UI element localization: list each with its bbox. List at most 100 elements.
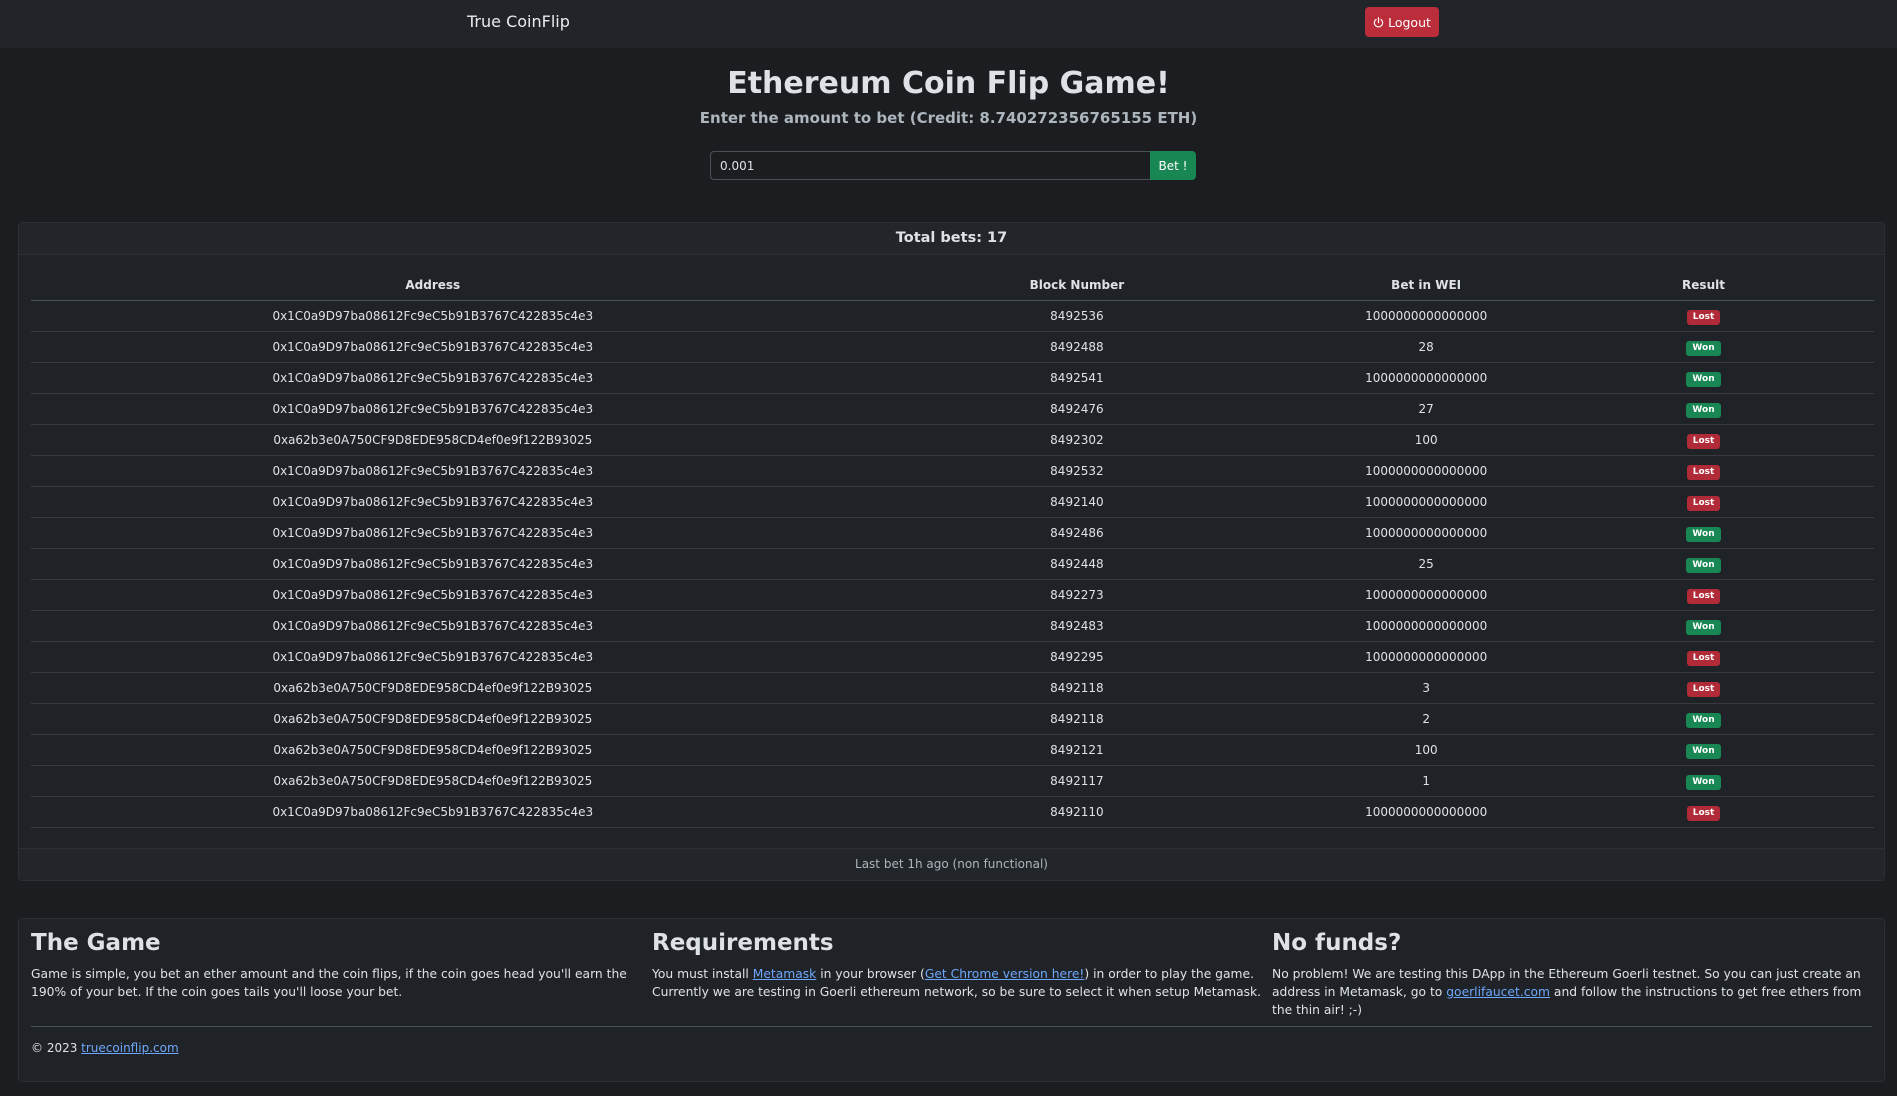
bet-cell: 1 bbox=[1319, 765, 1534, 797]
result-badge: Lost bbox=[1686, 433, 1721, 449]
bet-cell: 27 bbox=[1319, 393, 1534, 425]
address-cell: 0x1C0a9D97ba08612Fc9eC5b91B3767C422835c4… bbox=[31, 796, 835, 828]
page-title: Ethereum Coin Flip Game! bbox=[727, 66, 1170, 101]
address-cell: 0x1C0a9D97ba08612Fc9eC5b91B3767C422835c4… bbox=[31, 641, 835, 673]
result-badge: Lost bbox=[1686, 681, 1721, 697]
result-badge: Won bbox=[1686, 526, 1721, 542]
address-cell: 0x1C0a9D97ba08612Fc9eC5b91B3767C422835c4… bbox=[31, 610, 835, 642]
result-cell: Won bbox=[1533, 548, 1874, 580]
block-cell: 8492118 bbox=[834, 703, 1320, 735]
table-header-row: Address Block Number Bet in WEI Result bbox=[31, 269, 1874, 301]
address-cell: 0xa62b3e0A750CF9D8EDE958CD4ef0e9f122B930… bbox=[31, 672, 835, 704]
block-cell: 8492488 bbox=[834, 331, 1320, 363]
column-header-block: Block Number bbox=[834, 269, 1320, 301]
block-cell: 8492483 bbox=[834, 610, 1320, 642]
result-badge: Lost bbox=[1686, 495, 1721, 511]
table-row: 0xa62b3e0A750CF9D8EDE958CD4ef0e9f122B930… bbox=[31, 734, 1874, 766]
no-funds-text: No problem! We are testing this DApp in … bbox=[1272, 965, 1872, 1019]
game-heading: The Game bbox=[31, 930, 161, 956]
bet-amount-input[interactable] bbox=[710, 151, 1150, 180]
copyright-text: © 2023 bbox=[31, 1041, 82, 1055]
result-badge: Won bbox=[1686, 557, 1721, 573]
column-header-address: Address bbox=[31, 269, 835, 301]
block-cell: 8492532 bbox=[834, 455, 1320, 487]
table-row: 0xa62b3e0A750CF9D8EDE958CD4ef0e9f122B930… bbox=[31, 424, 1874, 456]
result-cell: Lost bbox=[1533, 300, 1874, 332]
result-cell: Lost bbox=[1533, 486, 1874, 518]
requirements-heading: Requirements bbox=[652, 930, 834, 956]
bet-cell: 2 bbox=[1319, 703, 1534, 735]
result-cell: Lost bbox=[1533, 641, 1874, 673]
bet-instructions: Enter the amount to bet (Credit: 8.74027… bbox=[699, 109, 1198, 127]
bet-cell: 1000000000000000 bbox=[1319, 641, 1534, 673]
table-row: 0x1C0a9D97ba08612Fc9eC5b91B3767C422835c4… bbox=[31, 393, 1874, 425]
info-card: The Game Game is simple, you bet an ethe… bbox=[18, 918, 1885, 1082]
last-bet-status: Last bet 1h ago (non functional) bbox=[19, 848, 1884, 880]
table-row: 0xa62b3e0A750CF9D8EDE958CD4ef0e9f122B930… bbox=[31, 765, 1874, 797]
metamask-link[interactable]: Metamask bbox=[753, 967, 817, 981]
table-row: 0xa62b3e0A750CF9D8EDE958CD4ef0e9f122B930… bbox=[31, 672, 1874, 704]
table-row: 0x1C0a9D97ba08612Fc9eC5b91B3767C422835c4… bbox=[31, 796, 1874, 828]
result-cell: Lost bbox=[1533, 424, 1874, 456]
bet-cell: 100 bbox=[1319, 424, 1534, 456]
game-text: Game is simple, you bet an ether amount … bbox=[31, 967, 627, 999]
table-row: 0x1C0a9D97ba08612Fc9eC5b91B3767C422835c4… bbox=[31, 517, 1874, 549]
result-badge: Won bbox=[1686, 619, 1721, 635]
result-cell: Won bbox=[1533, 703, 1874, 735]
table-row: 0x1C0a9D97ba08612Fc9eC5b91B3767C422835c4… bbox=[31, 362, 1874, 394]
table-row: 0x1C0a9D97ba08612Fc9eC5b91B3767C422835c4… bbox=[31, 486, 1874, 518]
result-badge: Won bbox=[1686, 371, 1721, 387]
result-cell: Lost bbox=[1533, 579, 1874, 611]
bets-table: Address Block Number Bet in WEI Result 0… bbox=[31, 269, 1874, 828]
table-row: 0x1C0a9D97ba08612Fc9eC5b91B3767C422835c4… bbox=[31, 331, 1874, 363]
result-cell: Won bbox=[1533, 331, 1874, 363]
result-badge: Lost bbox=[1686, 464, 1721, 480]
result-badge: Lost bbox=[1686, 309, 1721, 325]
logout-button[interactable]: Logout bbox=[1365, 7, 1439, 37]
result-badge: Won bbox=[1686, 340, 1721, 356]
bet-cell: 1000000000000000 bbox=[1319, 796, 1534, 828]
result-cell: Won bbox=[1533, 393, 1874, 425]
block-cell: 8492110 bbox=[834, 796, 1320, 828]
address-cell: 0x1C0a9D97ba08612Fc9eC5b91B3767C422835c4… bbox=[31, 579, 835, 611]
address-cell: 0xa62b3e0A750CF9D8EDE958CD4ef0e9f122B930… bbox=[31, 765, 835, 797]
table-row: 0x1C0a9D97ba08612Fc9eC5b91B3767C422835c4… bbox=[31, 641, 1874, 673]
block-cell: 8492486 bbox=[834, 517, 1320, 549]
bet-button[interactable]: Bet ! bbox=[1150, 151, 1196, 180]
result-cell: Lost bbox=[1533, 796, 1874, 828]
block-cell: 8492121 bbox=[834, 734, 1320, 766]
result-cell: Lost bbox=[1533, 455, 1874, 487]
block-cell: 8492476 bbox=[834, 393, 1320, 425]
chrome-version-link[interactable]: Get Chrome version here! bbox=[925, 967, 1085, 981]
column-header-bet: Bet in WEI bbox=[1319, 269, 1534, 301]
block-cell: 8492295 bbox=[834, 641, 1320, 673]
result-badge: Lost bbox=[1686, 650, 1721, 666]
table-row: 0x1C0a9D97ba08612Fc9eC5b91B3767C422835c4… bbox=[31, 455, 1874, 487]
block-cell: 8492448 bbox=[834, 548, 1320, 580]
block-cell: 8492541 bbox=[834, 362, 1320, 394]
no-funds-heading: No funds? bbox=[1272, 930, 1402, 956]
result-cell: Won bbox=[1533, 517, 1874, 549]
bet-cell: 3 bbox=[1319, 672, 1534, 704]
site-link[interactable]: truecoinflip.com bbox=[81, 1041, 178, 1055]
bet-cell: 100 bbox=[1319, 734, 1534, 766]
requirements-text: You must install Metamask in your browse… bbox=[652, 965, 1262, 1001]
result-badge: Won bbox=[1686, 774, 1721, 790]
table-row: 0x1C0a9D97ba08612Fc9eC5b91B3767C422835c4… bbox=[31, 300, 1874, 332]
table-row: 0x1C0a9D97ba08612Fc9eC5b91B3767C422835c4… bbox=[31, 579, 1874, 611]
requirements-section: Requirements You must install Metamask i… bbox=[652, 930, 1262, 1001]
total-bets: Total bets: 17 bbox=[19, 223, 1884, 255]
block-cell: 8492140 bbox=[834, 486, 1320, 518]
address-cell: 0xa62b3e0A750CF9D8EDE958CD4ef0e9f122B930… bbox=[31, 734, 835, 766]
address-cell: 0x1C0a9D97ba08612Fc9eC5b91B3767C422835c4… bbox=[31, 362, 835, 394]
result-badge: Won bbox=[1686, 743, 1721, 759]
requirements-text-1: You must install bbox=[652, 967, 753, 981]
bet-cell: 1000000000000000 bbox=[1319, 517, 1534, 549]
faucet-link[interactable]: goerlifaucet.com bbox=[1446, 985, 1550, 999]
brand-link[interactable]: True CoinFlip bbox=[467, 12, 570, 31]
table-row: 0x1C0a9D97ba08612Fc9eC5b91B3767C422835c4… bbox=[31, 548, 1874, 580]
block-cell: 8492302 bbox=[834, 424, 1320, 456]
bet-cell: 25 bbox=[1319, 548, 1534, 580]
requirements-text-2: in your browser ( bbox=[816, 967, 925, 981]
result-cell: Won bbox=[1533, 765, 1874, 797]
